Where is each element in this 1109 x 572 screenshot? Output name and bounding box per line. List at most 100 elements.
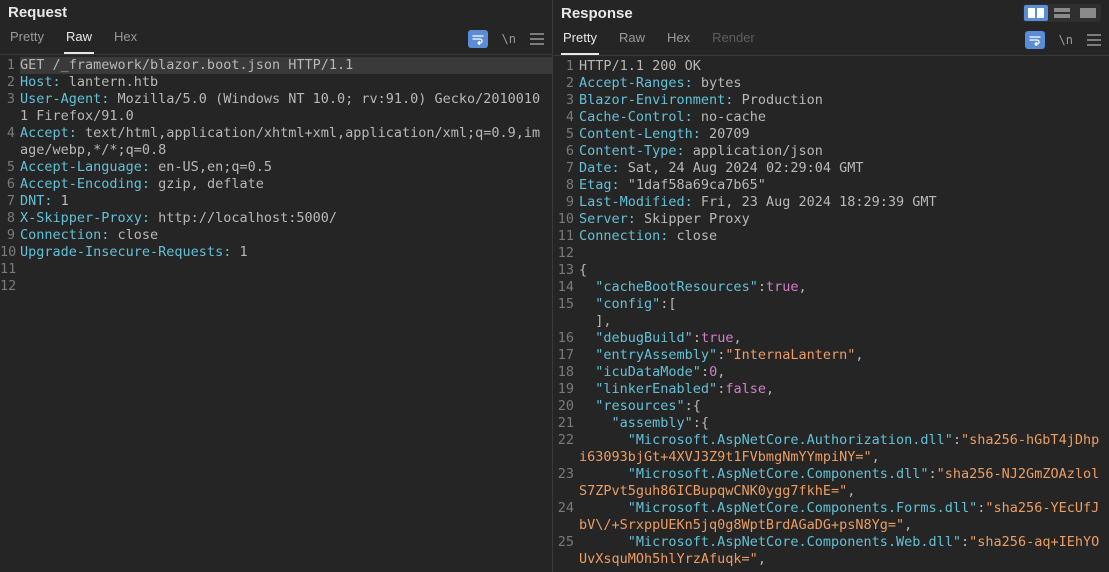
response-title: Response bbox=[561, 5, 633, 22]
response-tabs: Pretty Raw Hex Render bbox=[561, 24, 757, 55]
line-number: 17 bbox=[553, 347, 579, 364]
line-number: 4 bbox=[553, 109, 579, 126]
code-line: 8Etag: "1daf58a69ca7b65" bbox=[553, 177, 1109, 194]
request-editor[interactable]: 1GET /_framework/blazor.boot.json HTTP/1… bbox=[0, 55, 552, 572]
request-toolbar-icons: \n bbox=[468, 30, 544, 48]
code-content[interactable]: "config":[ ], bbox=[579, 296, 1109, 330]
code-line: 4Cache-Control: no-cache bbox=[553, 109, 1109, 126]
line-number: 11 bbox=[0, 261, 20, 278]
code-content[interactable]: DNT: 1 bbox=[20, 193, 552, 210]
code-line: 21 "assembly":{ bbox=[553, 415, 1109, 432]
tab-response-render[interactable]: Render bbox=[710, 24, 757, 55]
tab-request-hex[interactable]: Hex bbox=[112, 23, 139, 54]
newline-icon[interactable]: \n bbox=[1059, 33, 1073, 47]
tab-request-pretty[interactable]: Pretty bbox=[8, 23, 46, 54]
code-line: 14 "cacheBootResources":true, bbox=[553, 279, 1109, 296]
code-line: 22 "Microsoft.AspNetCore.Authorization.d… bbox=[553, 432, 1109, 466]
line-number: 5 bbox=[553, 126, 579, 143]
code-content[interactable]: Last-Modified: Fri, 23 Aug 2024 18:29:39… bbox=[579, 194, 1109, 211]
code-content[interactable]: X-Skipper-Proxy: http://localhost:5000/ bbox=[20, 210, 552, 227]
line-number: 4 bbox=[0, 125, 20, 142]
code-content[interactable]: "assembly":{ bbox=[579, 415, 1109, 432]
line-number: 24 bbox=[553, 500, 579, 517]
code-content[interactable]: Content-Length: 20709 bbox=[579, 126, 1109, 143]
code-content[interactable]: Cache-Control: no-cache bbox=[579, 109, 1109, 126]
line-number: 6 bbox=[0, 176, 20, 193]
code-content[interactable]: Date: Sat, 24 Aug 2024 02:29:04 GMT bbox=[579, 160, 1109, 177]
layout-single-icon[interactable] bbox=[1076, 5, 1100, 21]
code-content[interactable]: Accept-Ranges: bytes bbox=[579, 75, 1109, 92]
line-number: 9 bbox=[553, 194, 579, 211]
code-content[interactable]: "Microsoft.AspNetCore.Authorization.dll"… bbox=[579, 432, 1109, 466]
line-number: 10 bbox=[553, 211, 579, 228]
layout-view-toggle bbox=[1023, 4, 1101, 22]
code-content[interactable]: "resources":{ bbox=[579, 398, 1109, 415]
code-line: 10Server: Skipper Proxy bbox=[553, 211, 1109, 228]
code-content[interactable]: Accept-Encoding: gzip, deflate bbox=[20, 176, 552, 193]
line-number: 15 bbox=[553, 296, 579, 313]
code-line: 23 "Microsoft.AspNetCore.Components.dll"… bbox=[553, 466, 1109, 500]
code-content[interactable]: Accept-Language: en-US,en;q=0.5 bbox=[20, 159, 552, 176]
line-number: 18 bbox=[553, 364, 579, 381]
code-line: 20 "resources":{ bbox=[553, 398, 1109, 415]
code-content[interactable]: Etag: "1daf58a69ca7b65" bbox=[579, 177, 1109, 194]
line-number: 21 bbox=[553, 415, 579, 432]
tab-request-raw[interactable]: Raw bbox=[64, 23, 94, 54]
code-content[interactable]: Server: Skipper Proxy bbox=[579, 211, 1109, 228]
request-tabs: Pretty Raw Hex bbox=[8, 23, 139, 54]
code-content[interactable]: "linkerEnabled":false, bbox=[579, 381, 1109, 398]
line-number: 10 bbox=[0, 244, 20, 261]
code-content[interactable]: Connection: close bbox=[20, 227, 552, 244]
code-content[interactable]: GET /_framework/blazor.boot.json HTTP/1.… bbox=[20, 57, 552, 74]
tab-response-hex[interactable]: Hex bbox=[665, 24, 692, 55]
code-line: 6Accept-Encoding: gzip, deflate bbox=[0, 176, 552, 193]
layout-stack-icon[interactable] bbox=[1050, 5, 1074, 21]
line-number: 12 bbox=[0, 278, 20, 295]
code-content[interactable]: "debugBuild":true, bbox=[579, 330, 1109, 347]
request-panel: Request Pretty Raw Hex \n 1GET /_framewo… bbox=[0, 0, 553, 572]
code-line: 18 "icuDataMode":0, bbox=[553, 364, 1109, 381]
code-line: 11Connection: close bbox=[553, 228, 1109, 245]
line-number: 5 bbox=[0, 159, 20, 176]
code-content[interactable]: Upgrade-Insecure-Requests: 1 bbox=[20, 244, 552, 261]
layout-split-icon[interactable] bbox=[1024, 5, 1048, 21]
code-content[interactable]: { bbox=[579, 262, 1109, 279]
tab-response-pretty[interactable]: Pretty bbox=[561, 24, 599, 55]
wrap-toggle-icon[interactable] bbox=[468, 30, 488, 48]
newline-icon[interactable]: \n bbox=[502, 32, 516, 46]
code-line: 11 bbox=[0, 261, 552, 278]
line-number: 2 bbox=[0, 74, 20, 91]
line-number: 19 bbox=[553, 381, 579, 398]
code-content[interactable]: Content-Type: application/json bbox=[579, 143, 1109, 160]
line-number: 6 bbox=[553, 143, 579, 160]
response-panel: Response Pretty Raw Hex Render \n bbox=[553, 0, 1109, 572]
code-content[interactable]: "Microsoft.AspNetCore.Components.dll":"s… bbox=[579, 466, 1109, 500]
line-number: 9 bbox=[0, 227, 20, 244]
tab-response-raw[interactable]: Raw bbox=[617, 24, 647, 55]
hamburger-icon[interactable] bbox=[530, 33, 544, 45]
response-tab-row: Pretty Raw Hex Render \n bbox=[553, 24, 1109, 56]
code-content[interactable]: Blazor-Environment: Production bbox=[579, 92, 1109, 109]
code-content[interactable]: HTTP/1.1 200 OK bbox=[579, 58, 1109, 75]
code-content[interactable]: User-Agent: Mozilla/5.0 (Windows NT 10.0… bbox=[20, 91, 552, 125]
code-line: 2Host: lantern.htb bbox=[0, 74, 552, 91]
code-content[interactable]: Connection: close bbox=[579, 228, 1109, 245]
code-content[interactable]: "icuDataMode":0, bbox=[579, 364, 1109, 381]
code-line: 9Connection: close bbox=[0, 227, 552, 244]
code-content[interactable]: Host: lantern.htb bbox=[20, 74, 552, 91]
request-tab-row: Pretty Raw Hex \n bbox=[0, 23, 552, 55]
code-content[interactable]: "cacheBootResources":true, bbox=[579, 279, 1109, 296]
wrap-toggle-icon[interactable] bbox=[1025, 31, 1045, 49]
line-number: 7 bbox=[553, 160, 579, 177]
code-content[interactable]: "Microsoft.AspNetCore.Components.Web.dll… bbox=[579, 534, 1109, 568]
code-line: 1GET /_framework/blazor.boot.json HTTP/1… bbox=[0, 57, 552, 74]
hamburger-icon[interactable] bbox=[1087, 34, 1101, 46]
code-content[interactable]: "entryAssembly":"InternaLantern", bbox=[579, 347, 1109, 364]
code-line: 5Accept-Language: en-US,en;q=0.5 bbox=[0, 159, 552, 176]
code-content[interactable]: "Microsoft.AspNetCore.Components.Forms.d… bbox=[579, 500, 1109, 534]
line-number: 12 bbox=[553, 245, 579, 262]
code-content[interactable]: Accept: text/html,application/xhtml+xml,… bbox=[20, 125, 552, 159]
line-number: 7 bbox=[0, 193, 20, 210]
code-line: 10Upgrade-Insecure-Requests: 1 bbox=[0, 244, 552, 261]
response-editor[interactable]: 1HTTP/1.1 200 OK2Accept-Ranges: bytes3Bl… bbox=[553, 56, 1109, 572]
